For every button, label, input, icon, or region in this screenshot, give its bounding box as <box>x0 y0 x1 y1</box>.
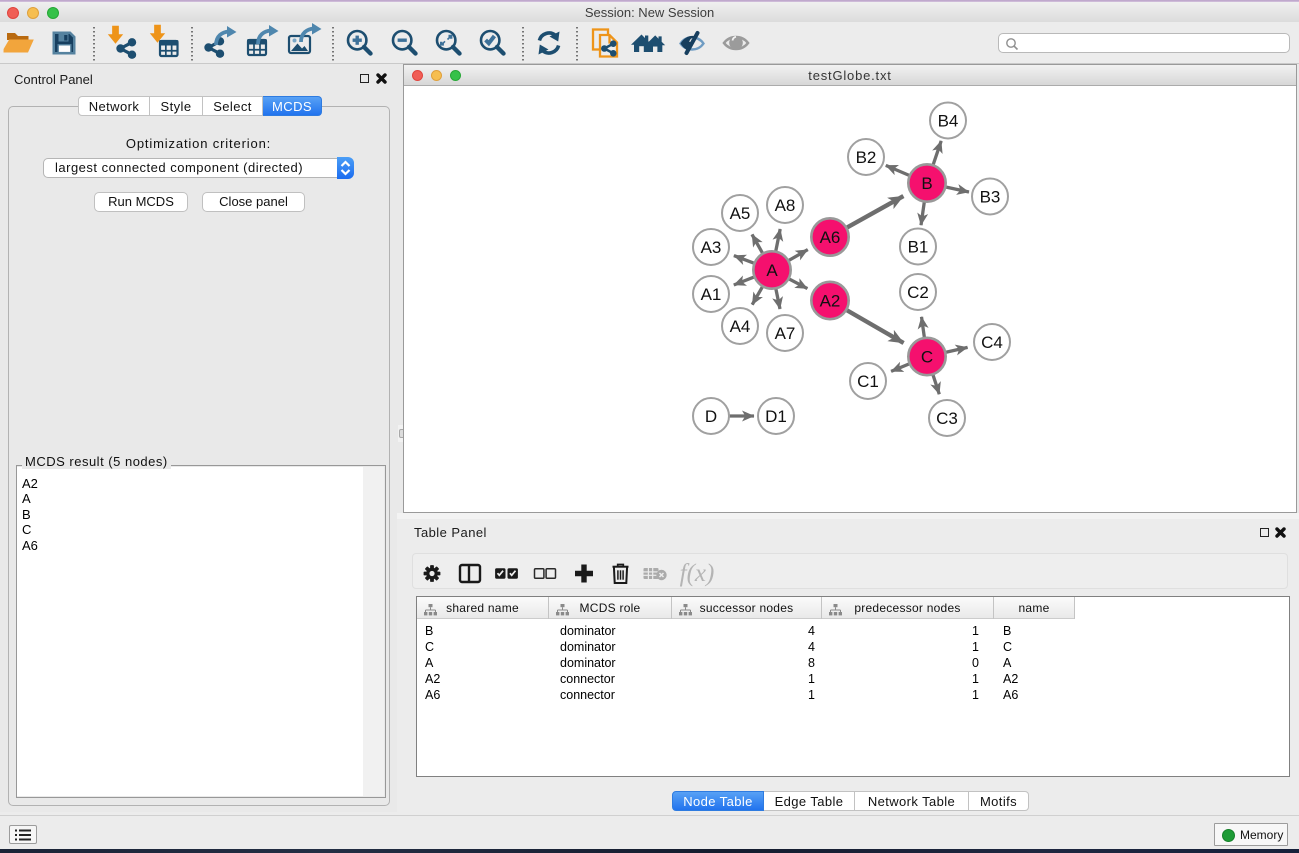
svg-text:D1: D1 <box>765 407 787 426</box>
svg-text:B: B <box>921 174 932 193</box>
svg-text:A6: A6 <box>820 228 841 247</box>
svg-text:C2: C2 <box>907 283 929 302</box>
svg-text:B1: B1 <box>908 238 929 257</box>
svg-text:A: A <box>766 261 778 280</box>
svg-text:D: D <box>705 407 717 426</box>
svg-text:A5: A5 <box>730 204 751 223</box>
svg-text:A2: A2 <box>820 292 841 311</box>
svg-text:A7: A7 <box>775 324 796 343</box>
svg-text:B4: B4 <box>938 112 959 131</box>
svg-text:C: C <box>921 348 933 367</box>
svg-text:A8: A8 <box>775 196 796 215</box>
svg-text:B3: B3 <box>980 188 1001 207</box>
svg-text:B2: B2 <box>856 148 877 167</box>
svg-text:A4: A4 <box>730 317 751 336</box>
svg-text:C3: C3 <box>936 409 958 428</box>
svg-text:f(x): f(x) <box>680 560 715 587</box>
svg-text:C1: C1 <box>857 372 879 391</box>
svg-text:C4: C4 <box>981 333 1003 352</box>
svg-text:A1: A1 <box>701 285 722 304</box>
svg-text:A3: A3 <box>701 238 722 257</box>
